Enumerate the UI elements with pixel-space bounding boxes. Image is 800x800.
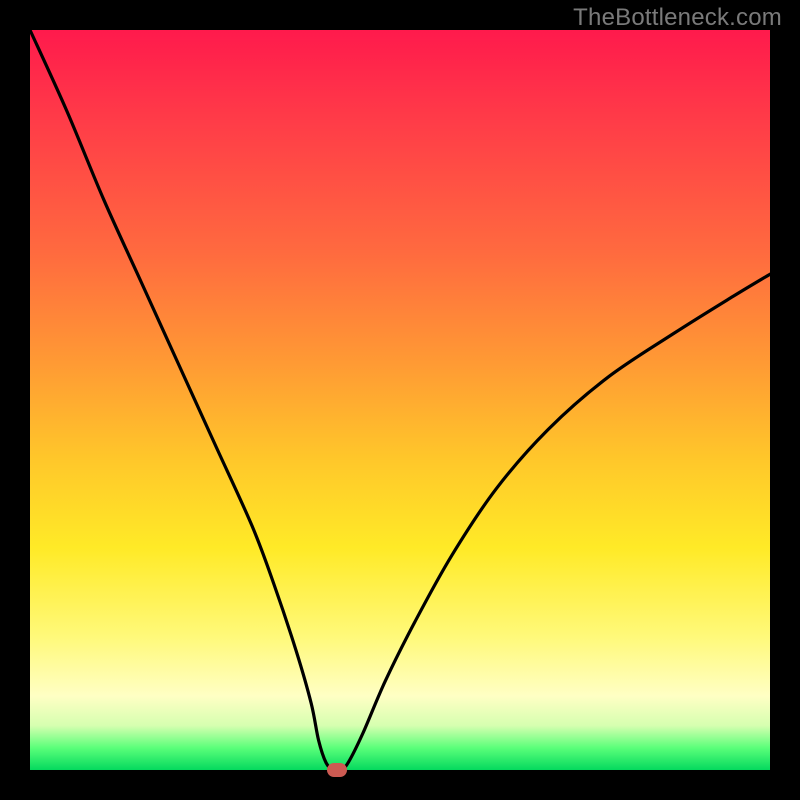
- optimum-marker: [327, 763, 347, 777]
- chart-frame: TheBottleneck.com: [0, 0, 800, 800]
- watermark-text: TheBottleneck.com: [573, 4, 782, 32]
- plot-area: [30, 30, 770, 770]
- bottleneck-curve: [30, 30, 770, 770]
